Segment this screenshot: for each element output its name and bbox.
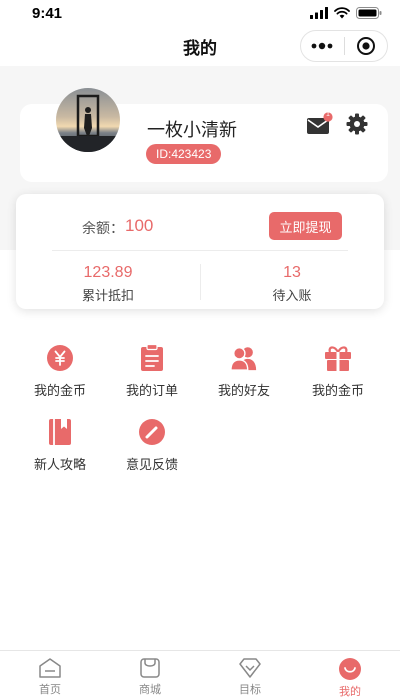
friends-icon xyxy=(230,344,258,372)
unread-badge-count: 1 xyxy=(326,111,330,118)
wifi-icon xyxy=(334,7,350,19)
yen-coin-icon xyxy=(46,344,74,372)
avatar-image xyxy=(56,88,120,152)
me-smile-icon xyxy=(339,658,361,680)
menu-label: 我的金币 xyxy=(33,384,86,399)
target-diamond-icon xyxy=(239,658,261,678)
menu-label: 意见反馈 xyxy=(125,458,178,473)
balance-row: 余额： 100 立即提现 xyxy=(16,194,384,250)
target-close-icon xyxy=(356,37,375,55)
clipboard-icon xyxy=(138,344,166,372)
tab-label: 首页 xyxy=(39,683,61,696)
menu-item-feedback[interactable]: 意见反馈 xyxy=(106,418,198,473)
nav-bar: 我的 xyxy=(0,26,400,66)
more-button[interactable] xyxy=(301,31,344,61)
pencil-icon xyxy=(138,418,166,446)
gift-icon xyxy=(324,344,352,372)
mall-icon xyxy=(140,658,160,678)
menu-item-my-orders[interactable]: 我的订单 xyxy=(106,344,198,399)
tab-home[interactable]: 首页 xyxy=(0,651,100,700)
stat-label: 待入账 xyxy=(272,289,312,304)
gear-icon xyxy=(346,113,368,135)
more-dots-icon xyxy=(311,42,333,50)
status-bar: 9:41 xyxy=(0,0,400,26)
tab-label: 我的 xyxy=(339,685,361,698)
stat-pending[interactable]: 13 待入账 xyxy=(200,263,384,304)
tab-me[interactable]: 我的 xyxy=(300,651,400,700)
page-title: 我的 xyxy=(183,38,217,59)
menu-label: 我的金币 xyxy=(311,384,364,399)
menu-label: 我的订单 xyxy=(125,384,178,399)
close-miniprogram-button[interactable] xyxy=(345,31,388,61)
avatar[interactable] xyxy=(56,88,120,152)
user-id-badge: ID:423423 xyxy=(146,144,222,164)
balance-card: 余额： 100 立即提现 123.89 累计抵扣 13 待入账 xyxy=(16,194,384,309)
tab-label: 目标 xyxy=(239,683,261,696)
withdraw-button[interactable]: 立即提现 xyxy=(269,212,342,240)
username: 一枚小清新 xyxy=(147,120,237,141)
menu-item-my-coins-gift[interactable]: 我的金币 xyxy=(292,344,384,399)
status-icons xyxy=(310,7,382,19)
mini-program-capsule xyxy=(300,30,388,62)
signal-icon xyxy=(310,7,328,19)
menu-label: 新人攻略 xyxy=(33,458,86,473)
home-icon xyxy=(39,658,61,678)
tab-target[interactable]: 目标 xyxy=(200,651,300,700)
menu-item-my-friends[interactable]: 我的好友 xyxy=(198,344,290,399)
messages-button[interactable]: 1 xyxy=(306,111,334,136)
stat-value: 13 xyxy=(283,264,301,281)
tab-mall[interactable]: 商城 xyxy=(100,651,200,700)
balance-label: 余额： xyxy=(82,221,124,237)
battery-icon xyxy=(356,7,382,19)
stat-value: 123.89 xyxy=(83,264,133,281)
menu-label: 我的好友 xyxy=(217,384,270,399)
stat-total-deduction[interactable]: 123.89 累计抵扣 xyxy=(16,263,200,304)
balance-value: 100 xyxy=(125,216,154,235)
settings-button[interactable] xyxy=(346,113,368,135)
tab-label: 商城 xyxy=(139,683,161,696)
menu-item-my-coins[interactable]: 我的金币 xyxy=(14,344,106,399)
balance-divider xyxy=(52,250,348,251)
menu-item-newbie-guide[interactable]: 新人攻略 xyxy=(14,418,106,473)
stat-label: 累计抵扣 xyxy=(81,289,134,304)
status-time: 9:41 xyxy=(32,4,63,22)
tab-bar: 首页 商城 目标 我的 xyxy=(0,650,400,700)
book-icon xyxy=(46,418,74,446)
